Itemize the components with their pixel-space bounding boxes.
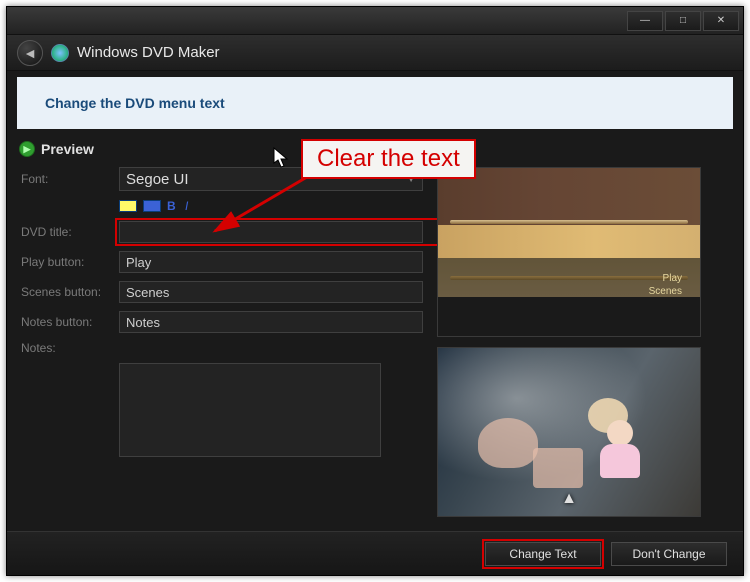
annotation-text: Clear the text	[317, 145, 460, 172]
photo-shape	[598, 420, 642, 480]
scenes-button-row: Scenes button:	[21, 281, 423, 303]
arrow-up-icon: ▲	[561, 490, 577, 508]
scenes-preview-thumbnail[interactable]: ▲	[437, 347, 701, 517]
back-button[interactable]: ◄	[17, 40, 43, 66]
italic-button[interactable]: I	[185, 199, 195, 213]
dvd-title-label: DVD title:	[21, 225, 113, 239]
titlebar: — □ ✕	[7, 7, 743, 35]
play-button-row: Play button:	[21, 251, 423, 273]
menu-preview-play: Play	[649, 272, 682, 285]
font-color-swatch-2[interactable]	[143, 200, 161, 212]
divider-icon	[450, 220, 688, 224]
scenes-button-label: Scenes button:	[21, 285, 113, 299]
instruction-banner: Change the DVD menu text	[17, 77, 733, 129]
app-window: — □ ✕ ◄ Windows DVD Maker Change the DVD…	[6, 6, 744, 576]
font-style-buttons: B I	[119, 199, 423, 213]
play-icon: ▶	[19, 141, 35, 157]
notes-button-row: Notes button:	[21, 311, 423, 333]
preview-pane: Play Scenes ▲	[437, 167, 729, 521]
font-label: Font:	[21, 172, 113, 186]
change-text-button[interactable]: Change Text	[485, 542, 601, 566]
play-button-label: Play button:	[21, 255, 113, 269]
scenes-button-input[interactable]	[119, 281, 423, 303]
change-text-label: Change Text	[509, 547, 576, 561]
menu-preview-text: Play Scenes	[649, 272, 682, 298]
notes-textarea[interactable]	[119, 363, 381, 457]
font-color-swatch[interactable]	[119, 200, 137, 212]
minimize-button[interactable]: —	[627, 11, 663, 31]
notes-button-input[interactable]	[119, 311, 423, 333]
maximize-button[interactable]: □	[665, 11, 701, 31]
instruction-text: Change the DVD menu text	[45, 95, 225, 111]
dont-change-button[interactable]: Don't Change	[611, 542, 727, 566]
notes-label: Notes:	[21, 341, 113, 355]
annotation-callout: Clear the text	[301, 139, 476, 179]
footer: Change Text Don't Change	[7, 531, 743, 575]
close-button[interactable]: ✕	[703, 11, 739, 31]
notes-button-label: Notes button:	[21, 315, 113, 329]
change-text-button-wrap: Change Text	[485, 542, 601, 566]
dont-change-label: Don't Change	[632, 547, 705, 561]
photo-shape	[478, 418, 538, 468]
play-button-input[interactable]	[119, 251, 423, 273]
content-area: Font: Segoe UI ▼ B I DVD title:	[7, 159, 743, 531]
notes-row: Notes:	[21, 341, 423, 355]
menu-text-form: Font: Segoe UI ▼ B I DVD title:	[21, 167, 423, 521]
photo-shape	[533, 448, 583, 488]
back-arrow-icon: ◄	[23, 45, 37, 61]
menu-preview-thumbnail[interactable]: Play Scenes	[437, 167, 701, 337]
app-title: Windows DVD Maker	[77, 44, 220, 61]
font-value: Segoe UI	[126, 171, 189, 188]
preview-label: Preview	[41, 141, 94, 157]
dvd-title-input[interactable]	[119, 221, 423, 243]
nav-row: ◄ Windows DVD Maker	[7, 35, 743, 71]
app-icon	[51, 44, 69, 62]
bold-button[interactable]: B	[167, 199, 179, 213]
menu-preview-scenes: Scenes	[649, 285, 682, 298]
dvd-title-row: DVD title:	[21, 221, 423, 243]
